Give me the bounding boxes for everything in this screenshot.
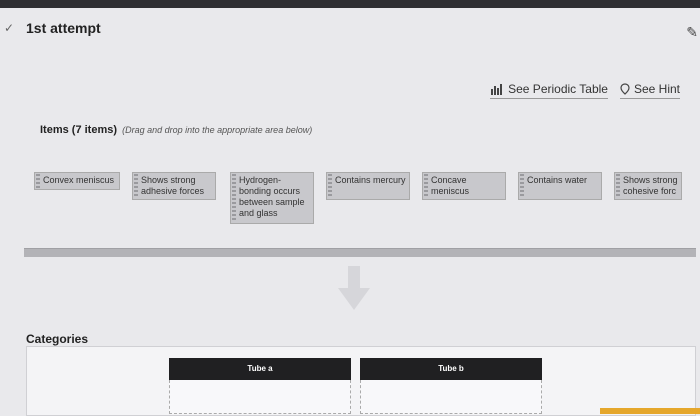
- tube-a-header: Tube a: [169, 358, 351, 380]
- toolbar: See Periodic Table See Hint: [490, 82, 680, 99]
- chevron-down-icon[interactable]: ✓: [4, 21, 20, 35]
- see-hint-label: See Hint: [633, 82, 680, 96]
- drag-item-adhesive-forces[interactable]: Shows strong adhesive forces: [132, 172, 216, 200]
- drag-item-contains-mercury[interactable]: Contains mercury: [326, 172, 410, 200]
- see-periodic-table-label: See Periodic Table: [508, 82, 608, 96]
- attempt-header[interactable]: ✓ 1st attempt: [4, 20, 101, 36]
- items-divider: [24, 248, 696, 257]
- attempt-title: 1st attempt: [26, 20, 101, 36]
- location-pin-icon: [620, 83, 630, 95]
- categories-heading: Categories: [26, 332, 89, 346]
- draggable-items-pool: Convex meniscus Shows strong adhesive fo…: [34, 172, 694, 232]
- items-count-label: Items (7 items): [40, 124, 118, 136]
- items-instruction: (Drag and drop into the appropriate area…: [122, 125, 313, 135]
- drag-item-hydrogen-bonding[interactable]: Hydrogen-bonding occurs between sample a…: [230, 172, 314, 224]
- submit-button-edge[interactable]: [600, 408, 700, 414]
- bar-chart-icon: [491, 84, 503, 95]
- top-bar: [0, 0, 700, 8]
- see-hint-button[interactable]: See Hint: [619, 82, 680, 99]
- drag-item-concave-meniscus[interactable]: Concave meniscus: [422, 172, 506, 200]
- drag-item-contains-water[interactable]: Contains water: [518, 172, 602, 200]
- tube-b-header: Tube b: [360, 358, 542, 380]
- drag-item-cohesive-forces[interactable]: Shows strong cohesive forc: [614, 172, 682, 200]
- see-periodic-table-button[interactable]: See Periodic Table: [490, 82, 608, 99]
- tube-b-drop-zone[interactable]: [360, 380, 542, 414]
- arrow-down-icon: [338, 266, 370, 310]
- pencil-icon[interactable]: ✎: [686, 24, 698, 41]
- items-heading: Items (7 items) (Drag and drop into the …: [40, 124, 312, 136]
- tube-a-drop-zone[interactable]: [169, 380, 351, 414]
- drag-item-convex-meniscus[interactable]: Convex meniscus: [34, 172, 120, 190]
